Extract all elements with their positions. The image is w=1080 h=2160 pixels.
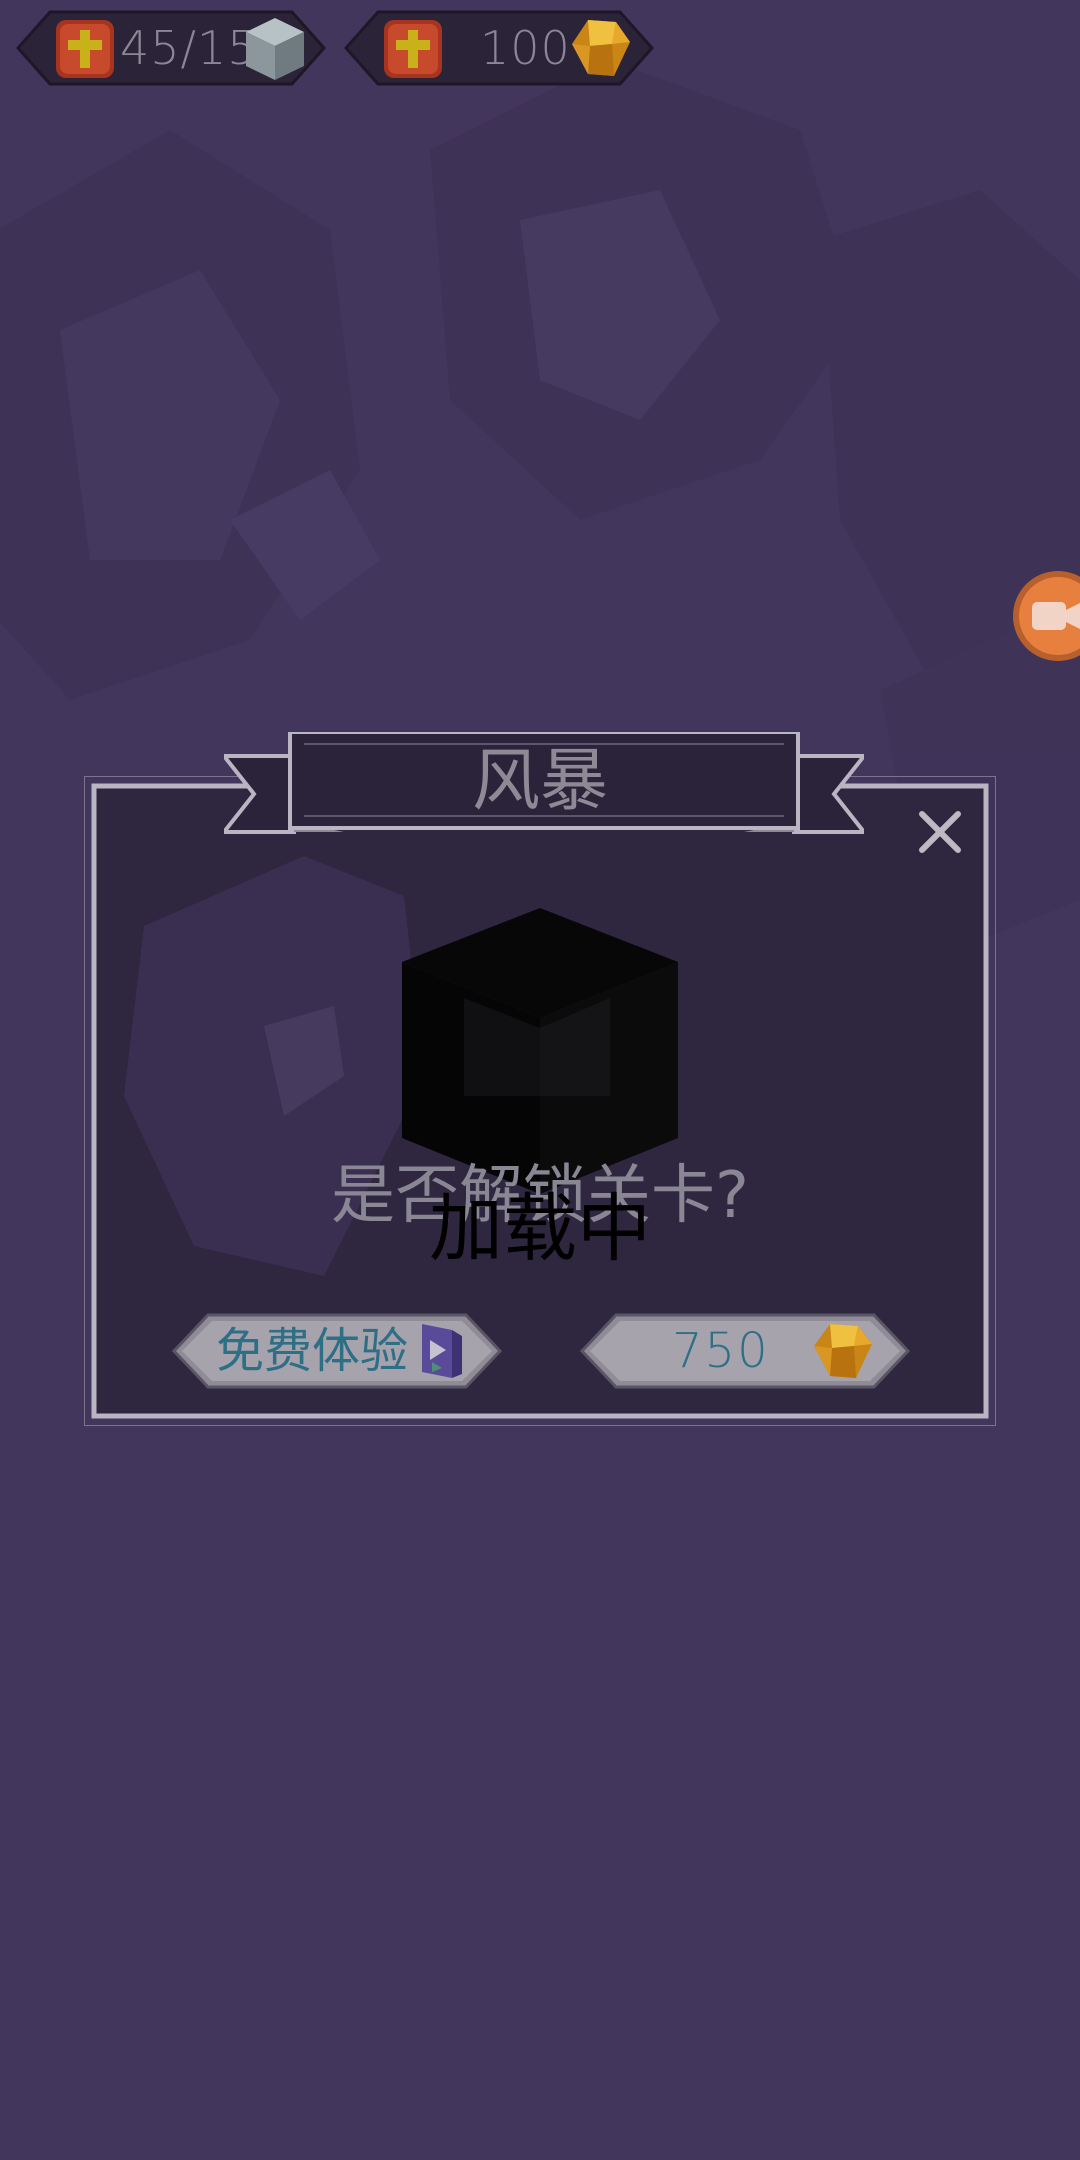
dialog-title: 风暴 bbox=[471, 742, 608, 821]
game-screen: 45/15 100 风暴 是否解锁关卡? 加载中 免费体验 750 bbox=[0, 0, 1080, 2160]
free-trial-label: 免费体验 bbox=[216, 1323, 409, 1379]
plus-icon[interactable] bbox=[382, 18, 444, 80]
unlock-level-dialog: 风暴 是否解锁关卡? 加载中 免费体验 750 bbox=[84, 732, 996, 1426]
level-preview-cube bbox=[402, 908, 678, 1194]
gold-gem-icon bbox=[814, 1324, 872, 1378]
free-trial-button[interactable]: 免费体验 bbox=[172, 1312, 502, 1390]
gems-count: 100 bbox=[480, 21, 571, 75]
blocks-counter[interactable]: 45/15 bbox=[16, 10, 326, 86]
gems-counter[interactable]: 100 bbox=[344, 10, 654, 86]
unlock-cost: 750 bbox=[672, 1323, 770, 1379]
silver-cube-icon bbox=[246, 18, 304, 80]
plus-icon[interactable] bbox=[54, 18, 116, 80]
close-icon[interactable] bbox=[914, 806, 966, 858]
unlock-with-gems-button[interactable]: 750 bbox=[580, 1312, 910, 1390]
blocks-count: 45/15 bbox=[120, 21, 258, 75]
video-ad-icon bbox=[422, 1324, 462, 1378]
video-camera-icon[interactable] bbox=[1010, 568, 1080, 664]
loading-text: 加载中 bbox=[429, 1186, 651, 1272]
gold-gem-icon bbox=[572, 20, 630, 76]
